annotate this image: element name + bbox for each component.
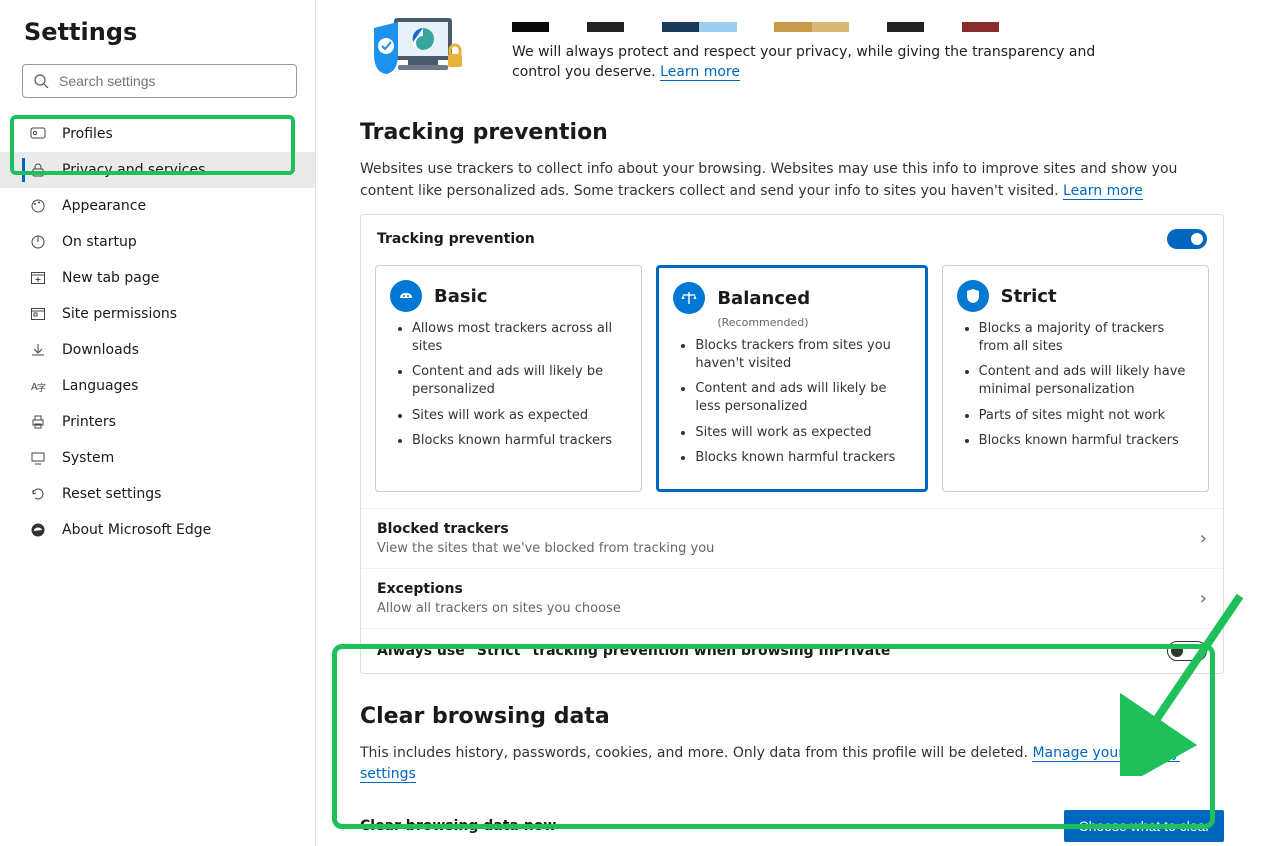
nav-site-permissions[interactable]: Site permissions xyxy=(0,296,315,332)
nav-languages[interactable]: A字 Languages xyxy=(0,368,315,404)
nav-label: Site permissions xyxy=(62,306,177,322)
reset-icon xyxy=(28,484,48,504)
option-title: Basic xyxy=(434,286,487,307)
chevron-right-icon: › xyxy=(1200,528,1207,549)
nav-privacy-and-services[interactable]: Privacy and services xyxy=(0,152,315,188)
hero-text: We will always protect and respect your … xyxy=(512,42,1112,83)
clear-browsing-heading: Clear browsing data xyxy=(360,704,1224,729)
bullet: Blocks trackers from sites you haven't v… xyxy=(695,337,910,372)
tracking-option-basic[interactable]: Basic Allows most trackers across all si… xyxy=(375,265,642,491)
svg-text:字: 字 xyxy=(37,382,46,394)
profile-icon xyxy=(28,124,48,144)
appearance-icon xyxy=(28,196,48,216)
nav-system[interactable]: System xyxy=(0,440,315,476)
always-strict-toggle[interactable] xyxy=(1167,641,1207,661)
option-title: Balanced xyxy=(717,288,810,309)
bullet: Sites will work as expected xyxy=(695,424,910,442)
tracking-learn-more-link[interactable]: Learn more xyxy=(1063,183,1143,200)
bullet: Content and ads will likely be personali… xyxy=(412,363,627,398)
printer-icon xyxy=(28,412,48,432)
row-title: Blocked trackers xyxy=(377,521,714,537)
tracking-prevention-toggle[interactable] xyxy=(1167,229,1207,249)
newtab-icon xyxy=(28,268,48,288)
download-icon xyxy=(28,340,48,360)
balanced-icon xyxy=(673,282,705,314)
tracking-option-balanced[interactable]: Balanced (Recommended) Blocks trackers f… xyxy=(656,265,927,491)
system-icon xyxy=(28,448,48,468)
nav-label: About Microsoft Edge xyxy=(62,522,211,538)
nav-reset-settings[interactable]: Reset settings xyxy=(0,476,315,512)
tracking-prevention-desc: Websites use trackers to collect info ab… xyxy=(360,159,1224,202)
language-icon: A字 xyxy=(28,376,48,396)
nav-label: Downloads xyxy=(62,342,139,358)
strict-icon xyxy=(957,280,989,312)
nav-downloads[interactable]: Downloads xyxy=(0,332,315,368)
always-strict-inprivate-row: Always use "Strict" tracking prevention … xyxy=(361,628,1223,673)
option-title: Strict xyxy=(1001,286,1057,307)
privacy-hero-illustration xyxy=(360,10,472,92)
row-desc: Allow all trackers on sites you choose xyxy=(377,601,621,616)
tracking-prevention-card: Tracking prevention Basic Allows most tr… xyxy=(360,214,1224,673)
privacy-hero: We will always protect and respect your … xyxy=(360,0,1224,92)
tracking-prevention-heading: Tracking prevention xyxy=(360,120,1224,145)
blocked-trackers-row[interactable]: Blocked trackers View the sites that we'… xyxy=(361,508,1223,568)
basic-icon xyxy=(390,280,422,312)
nav-label: On startup xyxy=(62,234,137,250)
nav-printers[interactable]: Printers xyxy=(0,404,315,440)
recommended-label: (Recommended) xyxy=(717,316,910,329)
nav-label: System xyxy=(62,450,114,466)
nav-new-tab-page[interactable]: New tab page xyxy=(0,260,315,296)
bullet: Blocks a majority of trackers from all s… xyxy=(979,320,1194,355)
search-input-field[interactable] xyxy=(59,73,286,89)
nav-profiles[interactable]: Profiles xyxy=(0,116,315,152)
row-title: Exceptions xyxy=(377,581,621,597)
row-title: Clear browsing data now xyxy=(360,818,556,834)
exceptions-row[interactable]: Exceptions Allow all trackers on sites y… xyxy=(361,568,1223,628)
nav-label: Privacy and services xyxy=(62,162,205,178)
hero-learn-more-link[interactable]: Learn more xyxy=(660,64,740,81)
clear-browsing-data-section: Clear browsing data This includes histor… xyxy=(360,674,1224,846)
nav-label: Reset settings xyxy=(62,486,161,502)
bullet: Parts of sites might not work xyxy=(979,407,1194,425)
nav-appearance[interactable]: Appearance xyxy=(0,188,315,224)
settings-sidebar: Settings Profiles Privacy and services A… xyxy=(0,0,316,846)
clear-browsing-now-row: Clear browsing data now Choose what to c… xyxy=(360,798,1224,846)
choose-what-to-clear-button[interactable]: Choose what to clear xyxy=(1064,810,1224,842)
bullet: Blocks known harmful trackers xyxy=(979,432,1194,450)
nav-label: Profiles xyxy=(62,126,113,142)
tracking-card-title: Tracking prevention xyxy=(377,231,535,247)
power-icon xyxy=(28,232,48,252)
bullet: Blocks known harmful trackers xyxy=(695,449,910,467)
chevron-right-icon: › xyxy=(1200,588,1207,609)
page-title: Settings xyxy=(0,18,315,64)
clear-browsing-desc: This includes history, passwords, cookie… xyxy=(360,743,1224,786)
search-settings-input[interactable] xyxy=(22,64,297,98)
row-title: Always use "Strict" tracking prevention … xyxy=(377,643,890,659)
redacted-stripe xyxy=(512,22,1224,32)
row-desc: View the sites that we've blocked from t… xyxy=(377,541,714,556)
edge-icon xyxy=(28,520,48,540)
bullet: Sites will work as expected xyxy=(412,407,627,425)
nav-label: New tab page xyxy=(62,270,159,286)
bullet: Blocks known harmful trackers xyxy=(412,432,627,450)
nav-label: Printers xyxy=(62,414,116,430)
bullet: Content and ads will likely have minimal… xyxy=(979,363,1194,398)
nav-about-edge[interactable]: About Microsoft Edge xyxy=(0,512,315,548)
bullet: Content and ads will likely be less pers… xyxy=(695,380,910,415)
settings-content: We will always protect and respect your … xyxy=(316,0,1268,846)
search-icon xyxy=(33,73,49,89)
permissions-icon xyxy=(28,304,48,324)
nav-label: Languages xyxy=(62,378,138,394)
nav-on-startup[interactable]: On startup xyxy=(0,224,315,260)
tracking-option-strict[interactable]: Strict Blocks a majority of trackers fro… xyxy=(942,265,1209,491)
bullet: Allows most trackers across all sites xyxy=(412,320,627,355)
nav-label: Appearance xyxy=(62,198,146,214)
settings-nav: Profiles Privacy and services Appearance… xyxy=(0,116,315,548)
lock-icon xyxy=(28,160,48,180)
